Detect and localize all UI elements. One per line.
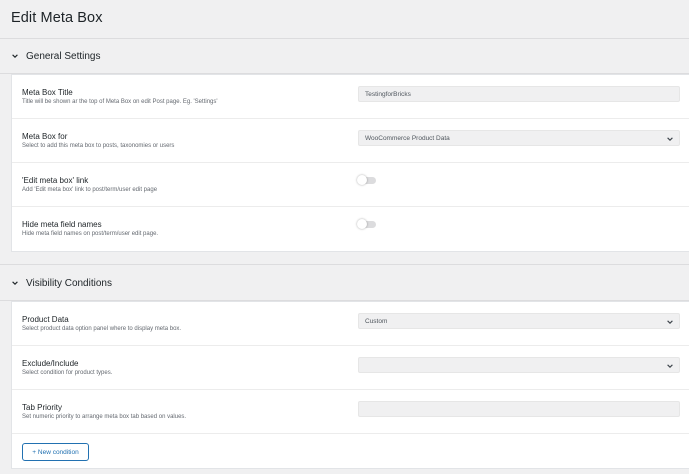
setting-row-edit-link: 'Edit meta box' link Add 'Edit meta box'… [12, 163, 689, 207]
setting-label: Tab Priority [22, 403, 63, 412]
section-divider [0, 264, 689, 265]
setting-row-hide-field-names: Hide meta field names Hide meta field na… [12, 207, 689, 251]
meta-box-for-select[interactable]: WooCommerce Product Data [358, 130, 680, 146]
setting-label: Product Data [22, 315, 69, 324]
section-title: General Settings [26, 50, 101, 62]
select-value: Custom [365, 317, 388, 325]
chevron-down-icon [666, 318, 674, 326]
general-settings-card: Meta Box Title Title will be shown ar th… [11, 74, 689, 252]
setting-label: Meta Box for [22, 132, 68, 141]
meta-box-title-input[interactable]: TestingforBricks [358, 86, 680, 102]
setting-row-exclude-include: Exclude/Include Select condition for pro… [12, 346, 689, 390]
setting-row-product-data: Product Data Select product data option … [12, 302, 689, 346]
setting-description: Add 'Edit meta box' link to post/term/us… [22, 187, 158, 193]
setting-description: Select to add this meta box to posts, ta… [22, 143, 175, 149]
visibility-conditions-card: Product Data Select product data option … [11, 301, 689, 469]
select-value: WooCommerce Product Data [365, 134, 450, 142]
toggle-knob [357, 219, 367, 229]
exclude-include-select[interactable] [358, 357, 680, 373]
new-condition-row: + New condition [12, 434, 689, 468]
setting-label: Meta Box Title [22, 88, 73, 97]
chevron-down-icon [11, 51, 21, 61]
setting-row-meta-box-for: Meta Box for Select to add this meta box… [12, 119, 689, 163]
section-title: Visibility Conditions [26, 277, 112, 289]
setting-label: Hide meta field names [22, 220, 102, 229]
chevron-down-icon [666, 135, 674, 143]
edit-link-toggle[interactable] [357, 175, 376, 185]
product-data-select[interactable]: Custom [358, 313, 680, 329]
setting-label: Exclude/Include [22, 359, 79, 368]
chevron-down-icon [11, 278, 21, 288]
tab-priority-input[interactable] [358, 401, 680, 417]
setting-description: Hide meta field names on post/term/user … [22, 231, 159, 237]
setting-row-meta-box-title: Meta Box Title Title will be shown ar th… [12, 75, 689, 119]
section-header-general-settings[interactable]: General Settings [0, 39, 689, 73]
setting-description: Title will be shown ar the top of Meta B… [22, 99, 218, 105]
toggle-knob [357, 175, 367, 185]
page-title: Edit Meta Box [11, 10, 103, 26]
section-header-visibility-conditions[interactable]: Visibility Conditions [0, 266, 689, 300]
new-condition-button[interactable]: + New condition [22, 443, 89, 461]
setting-description: Select condition for product types. [22, 370, 113, 376]
setting-row-tab-priority: Tab Priority Set numeric priority to arr… [12, 390, 689, 434]
setting-description: Select product data option panel where t… [22, 326, 182, 332]
hide-field-names-toggle[interactable] [357, 219, 376, 229]
setting-label: 'Edit meta box' link [22, 176, 89, 185]
chevron-down-icon [666, 362, 674, 370]
setting-description: Set numeric priority to arrange meta box… [22, 414, 187, 420]
